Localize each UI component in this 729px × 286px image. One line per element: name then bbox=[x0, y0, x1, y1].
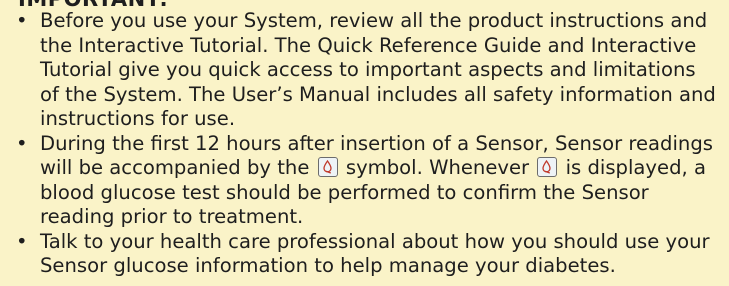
list-item: • Talk to your health care professional … bbox=[14, 230, 726, 279]
important-notice-panel: IMPORTANT: • Before you use your System,… bbox=[0, 0, 729, 286]
item-2-line-2: will be accompanied by the symbol. Whene… bbox=[40, 156, 726, 181]
item-2-line-2-part-a: will be accompanied by the bbox=[40, 156, 310, 179]
check-blood-glucose-icon bbox=[317, 157, 338, 177]
item-2-line-2-part-c: is displayed, a bbox=[565, 156, 706, 179]
bullet: • bbox=[16, 9, 28, 32]
item-2-line-4: reading prior to treatment. bbox=[40, 205, 304, 228]
list-item: • During the first 12 hours after insert… bbox=[14, 132, 726, 230]
item-2-line-2-part-b: symbol. Whenever bbox=[345, 156, 530, 179]
item-2-line-1: During the first 12 hours after insertio… bbox=[40, 131, 713, 155]
item-1-line-5: instructions for use. bbox=[40, 107, 236, 130]
bullet: • bbox=[16, 131, 28, 155]
check-blood-glucose-icon bbox=[537, 157, 558, 177]
item-1-line-4: of the System. The User’s Manual include… bbox=[40, 82, 716, 106]
list-item: • Before you use your System, review all… bbox=[14, 9, 726, 132]
bullet: • bbox=[16, 229, 28, 253]
item-1-line-1: Before you use your System, review all t… bbox=[40, 9, 708, 32]
item-1-line-3: Tutorial give you quick access to import… bbox=[40, 58, 696, 81]
item-3-line-1: Talk to your health care professional ab… bbox=[40, 229, 710, 253]
item-1-line-2: the Interactive Tutorial. The Quick Refe… bbox=[40, 33, 697, 57]
item-3-line-2: Sensor glucose information to help manag… bbox=[40, 254, 616, 277]
item-2-line-3: blood glucose test should be performed t… bbox=[40, 180, 649, 204]
notice-list: • Before you use your System, review all… bbox=[14, 9, 726, 279]
